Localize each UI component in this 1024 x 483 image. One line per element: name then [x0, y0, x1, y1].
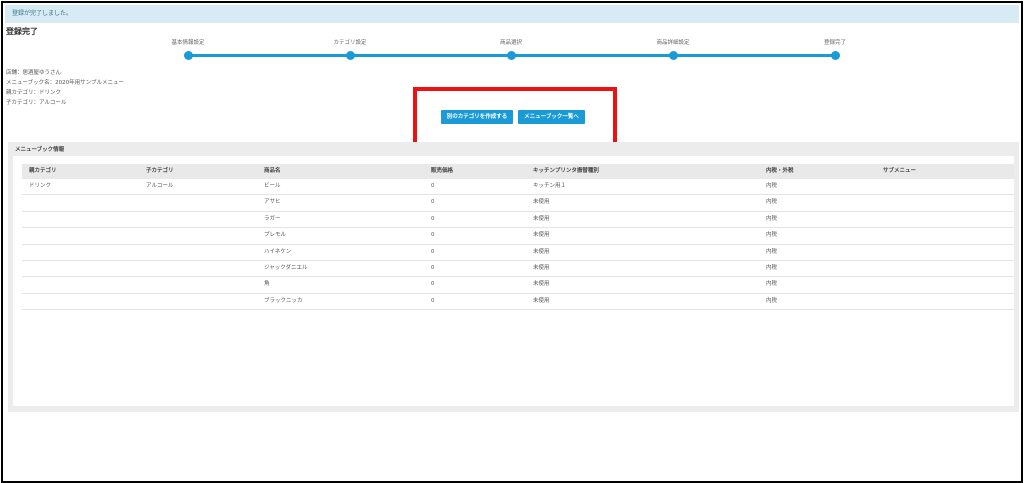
cell-price: 0 — [431, 215, 435, 222]
cell-product-name: ハイネケン — [264, 248, 292, 255]
panel-title: メニューブック情報 — [15, 147, 65, 153]
cell-tax-type: 内税 — [766, 248, 778, 255]
cell-price: 0 — [431, 264, 435, 271]
table-row: 角 0 未使用 内税 — [22, 277, 1014, 294]
app-frame: 登録が完了しました。 登録完了 基本情報設定 カテゴリ設定 商品選択 商品詳細設… — [1, 1, 1023, 483]
cell-tax-type: 内税 — [766, 264, 778, 271]
cell-kitchen-printer: 未使用 — [533, 248, 550, 255]
step-label: カテゴリ設定 — [333, 40, 367, 46]
header-tax-type: 内税・外税 — [766, 168, 794, 174]
parent-category: 親カテゴリ：ドリンク — [6, 90, 62, 96]
cell-kitchen-printer: 未使用 — [533, 281, 550, 288]
menubook-table: 親カテゴリ 子カテゴリ 商品名 販売価格 キッチンプリンタ振替種別 内税・外税 … — [22, 164, 1014, 311]
cell-kitchen-printer: 未使用 — [533, 215, 550, 222]
table-row: ジャックダニエル 0 未使用 内税 — [22, 261, 1014, 278]
step-label: 商品選択 — [499, 40, 522, 46]
table-row: ハイネケン 0 未使用 内税 — [22, 245, 1014, 261]
cell-parent-category: ドリンク — [29, 183, 52, 189]
cell-price: 0 — [431, 183, 435, 189]
cell-price: 0 — [431, 248, 435, 255]
step-dot — [506, 51, 516, 60]
menubook-info-panel: メニューブック情報 親カテゴリ 子カテゴリ 商品名 販売価格 キッチンプリンタ振… — [8, 142, 1019, 412]
cell-product-name: ラガー — [264, 215, 281, 222]
step-dot — [183, 51, 193, 60]
cell-product-name: ビール — [264, 183, 281, 189]
cell-product-name: ジャックダニエル — [264, 264, 308, 271]
cell-product-name: 角 — [264, 281, 270, 288]
success-alert: 登録が完了しました。 — [5, 5, 1019, 23]
cell-tax-type: 内税 — [766, 183, 778, 189]
cell-price: 0 — [431, 297, 435, 304]
cell-kitchen-printer: キッチン用１ — [533, 183, 567, 189]
step-complete: 登録完了 — [790, 38, 880, 60]
cell-price: 0 — [431, 281, 435, 288]
step-product-select: 商品選択 — [466, 38, 556, 60]
step-dot — [668, 51, 678, 60]
cell-kitchen-printer: 未使用 — [533, 199, 550, 206]
table-row: プレモル 0 未使用 内税 — [22, 228, 1014, 245]
header-parent-category: 親カテゴリ — [29, 168, 57, 174]
cell-kitchen-printer: 未使用 — [533, 297, 550, 304]
table-row: アサヒ 0 未使用 内税 — [22, 195, 1014, 212]
header-child-category: 子カテゴリ — [146, 168, 174, 174]
header-product-name: 商品名 — [264, 168, 281, 174]
registration-info: 店舗：居酒屋ゆうさん メニューブック名：2020年用サンプルメニュー 親カテゴリ… — [6, 68, 124, 108]
cell-tax-type: 内税 — [766, 199, 778, 206]
cell-tax-type: 内税 — [766, 215, 778, 222]
cell-price: 0 — [431, 232, 435, 239]
step-label: 登録完了 — [823, 40, 846, 46]
panel-body: 親カテゴリ 子カテゴリ 商品名 販売価格 キッチンプリンタ振替種別 内税・外税 … — [13, 156, 1014, 406]
cell-tax-type: 内税 — [766, 232, 778, 239]
cell-tax-type: 内税 — [766, 281, 778, 288]
step-label: 商品詳細設定 — [656, 40, 690, 46]
header-price: 販売価格 — [431, 168, 454, 174]
header-kitchen-printer: キッチンプリンタ振替種別 — [533, 168, 599, 174]
cell-kitchen-printer: 未使用 — [533, 232, 550, 239]
step-product-detail: 商品詳細設定 — [628, 38, 718, 60]
step-label: 基本情報設定 — [171, 40, 205, 46]
header-submenu: サブメニュー — [883, 168, 917, 174]
table-row: ブラックニッカ 0 未使用 内税 — [22, 294, 1014, 311]
table-row: ドリンク アルコール ビール 0 キッチン用１ 内税 — [22, 179, 1014, 196]
step-dot — [830, 51, 840, 60]
cell-product-name: ブラックニッカ — [264, 297, 303, 304]
step-basic-info: 基本情報設定 — [143, 38, 233, 60]
cell-tax-type: 内税 — [766, 297, 778, 304]
page-title: 登録完了 — [6, 27, 38, 36]
table-header: 親カテゴリ 子カテゴリ 商品名 販売価格 キッチンプリンタ振替種別 内税・外税 … — [22, 164, 1014, 179]
menubook-name: メニューブック名：2020年用サンプルメニュー — [6, 80, 125, 86]
store-name: 店舗：居酒屋ゆうさん — [6, 70, 62, 76]
step-dot — [345, 51, 355, 60]
progress-stepper: 基本情報設定 カテゴリ設定 商品選択 商品詳細設定 登録完了 — [3, 38, 1021, 62]
child-category: 子カテゴリ：アルコール — [6, 100, 67, 106]
cell-child-category: アルコール — [146, 183, 174, 189]
cell-product-name: プレモル — [264, 232, 287, 239]
step-category: カテゴリ設定 — [305, 38, 395, 60]
cell-kitchen-printer: 未使用 — [533, 264, 550, 271]
table-row: ラガー 0 未使用 内税 — [22, 212, 1014, 229]
cell-product-name: アサヒ — [264, 199, 281, 206]
cell-price: 0 — [431, 199, 435, 206]
highlight-annotation-box — [413, 87, 617, 148]
